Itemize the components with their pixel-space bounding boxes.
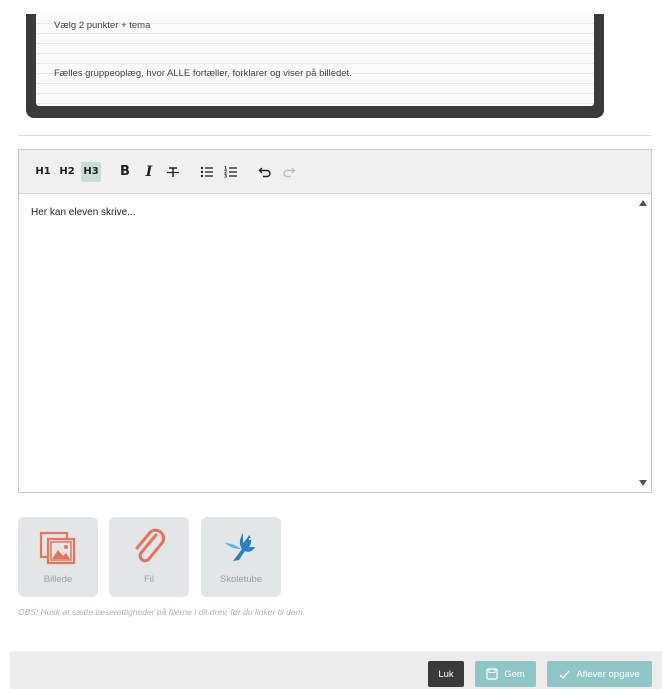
undo-button[interactable]: [255, 162, 275, 182]
task-line-2: Fælles gruppeoplæg, hvor ALLE fortæller,…: [54, 68, 352, 79]
heading-2-button[interactable]: H2: [57, 162, 77, 182]
save-icon: [486, 668, 498, 680]
attach-image-label: Billede: [43, 574, 73, 585]
editor-content-area[interactable]: Her kan eleven skrive...: [19, 194, 651, 492]
editor-toolbar: H1 H2 H3 B I 1 2 3: [19, 150, 651, 194]
rich-text-editor: H1 H2 H3 B I 1 2 3 Her kan eleven skrive…: [18, 149, 652, 493]
ordered-list-icon: 1 2 3: [224, 165, 237, 179]
save-button-label: Gem: [504, 668, 525, 680]
attach-skoletube-button[interactable]: Skoletube: [201, 517, 281, 597]
attach-file-button[interactable]: Fil: [109, 517, 189, 597]
svg-text:3: 3: [224, 173, 227, 179]
close-button[interactable]: Luk: [428, 661, 464, 687]
attach-skoletube-label: Skoletube: [219, 574, 263, 585]
paperclip-icon: [135, 528, 166, 563]
scroll-up-arrow[interactable]: [639, 200, 647, 206]
permissions-note: OBS! Husk at sætte læserettigheder på fi…: [18, 607, 306, 617]
close-button-label: Luk: [438, 668, 454, 680]
attach-image-button[interactable]: Billede: [18, 517, 98, 597]
ordered-list-button[interactable]: 1 2 3: [221, 162, 241, 182]
image-gallery-icon: [39, 531, 76, 565]
undo-icon: [258, 167, 271, 177]
task-line-1: Vælg 2 punkter + tema: [54, 20, 151, 31]
bird-icon: [225, 533, 255, 561]
save-button[interactable]: Gem: [475, 661, 536, 687]
redo-icon: [283, 167, 296, 177]
strikethrough-button[interactable]: [163, 162, 183, 182]
attach-file-label: Fil: [143, 574, 155, 585]
strikethrough-icon: [167, 166, 179, 177]
italic-button[interactable]: I: [139, 162, 159, 182]
submit-assignment-button[interactable]: Aflever opgave: [547, 661, 652, 687]
redo-button[interactable]: [279, 162, 299, 182]
checkmark-icon: [559, 670, 570, 679]
editor-placeholder: Her kan eleven skrive...: [31, 207, 136, 218]
bold-button[interactable]: B: [115, 162, 135, 182]
scroll-down-arrow[interactable]: [639, 480, 647, 486]
bullet-list-button[interactable]: [197, 162, 217, 182]
bullet-list-icon: [200, 166, 213, 177]
heading-1-button[interactable]: H1: [33, 162, 53, 182]
divider: [18, 135, 652, 136]
submit-assignment-label: Aflever opgave: [576, 668, 640, 680]
heading-3-button[interactable]: H3: [81, 161, 101, 182]
